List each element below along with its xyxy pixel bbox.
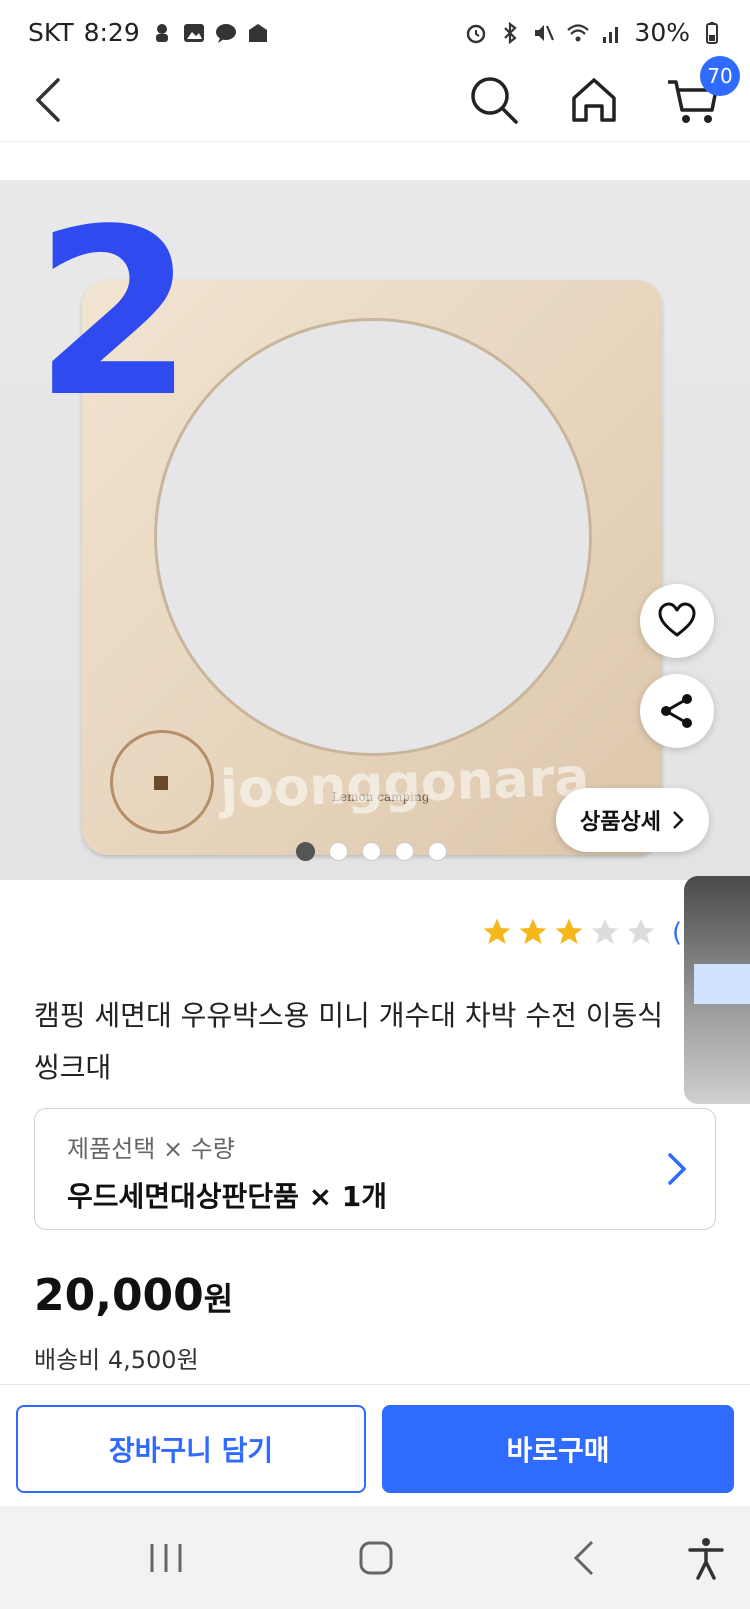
product-detail-button[interactable]: 상품상세 — [556, 788, 709, 852]
pagination-dot[interactable] — [329, 842, 348, 861]
image-number-mark: 2 — [34, 181, 195, 448]
status-left: SKT 8:29 — [28, 18, 270, 47]
board-hole — [154, 318, 592, 756]
pagination-dot[interactable] — [296, 842, 315, 861]
alarm-icon — [467, 24, 486, 43]
pagination-dot[interactable] — [395, 842, 414, 861]
option-selector[interactable]: 제품선택 × 수량 우드세면대상판단품 × 1개 — [34, 1108, 716, 1230]
carrier-label: SKT — [28, 18, 74, 47]
product-title: 캠핑 세면대 우유박스용 미니 개수대 차박 수전 이동식 씽크대 — [34, 999, 664, 1084]
home-icon — [572, 78, 616, 122]
system-home-button[interactable] — [352, 1534, 400, 1582]
bluetooth-icon — [504, 21, 518, 44]
faucet-square — [154, 776, 168, 790]
back-icon — [35, 78, 60, 122]
review-count-link[interactable]: ( — [672, 918, 682, 948]
star-empty-icon — [627, 918, 655, 944]
system-back-button[interactable] — [562, 1534, 610, 1582]
add-to-cart-button[interactable]: 장바구니 담기 — [16, 1405, 366, 1493]
wifi-icon — [567, 23, 590, 41]
star-filled-icon — [555, 918, 583, 944]
chevron-right-icon — [668, 1153, 687, 1185]
gallery-pagination — [296, 842, 447, 861]
cart-count-badge: 70 — [700, 56, 740, 96]
price-number: 20,000 — [34, 1270, 204, 1321]
system-navigation-bar — [0, 1506, 750, 1609]
purchase-action-bar: 장바구니 담기 바로구매 — [0, 1384, 750, 1506]
clock: 8:29 — [83, 18, 140, 47]
share-button[interactable] — [640, 674, 714, 748]
star-filled-icon — [519, 918, 547, 944]
heart-icon — [658, 602, 696, 637]
signal-icon — [603, 26, 619, 43]
recent-apps-icon — [150, 1544, 182, 1572]
back-chevron-icon — [573, 1540, 594, 1576]
share-icon — [661, 694, 692, 728]
app-icon — [248, 23, 267, 42]
price-unit: 원 — [203, 1280, 234, 1318]
star-filled-icon — [483, 918, 511, 944]
home-square-icon — [359, 1541, 393, 1575]
status-bar: SKT 8:29 30% — [0, 0, 750, 66]
battery-icon — [706, 21, 718, 44]
shipping-fee: 배송비 4,500원 — [34, 1346, 199, 1374]
price: 20,000원 — [34, 1270, 233, 1321]
search-button[interactable] — [466, 72, 522, 128]
accessibility-icon — [688, 1538, 724, 1580]
pagination-dot[interactable] — [362, 842, 381, 861]
star-empty-icon — [591, 918, 619, 944]
chat-icon — [215, 23, 236, 43]
pagination-dot[interactable] — [428, 842, 447, 861]
rating-stars[interactable] — [480, 916, 658, 948]
battery-percent: 30% — [634, 18, 690, 47]
back-button[interactable] — [28, 74, 72, 126]
product-image-gallery[interactable]: Lemon camping 2 joonggonara 상품상세 — [0, 180, 750, 880]
app-header — [0, 66, 750, 142]
floating-ad-thumbnail[interactable] — [684, 876, 750, 1104]
option-label: 제품선택 × 수량 — [67, 1135, 235, 1163]
product-photo: Lemon camping 2 joonggonara — [0, 180, 750, 880]
status-right: 30% — [464, 18, 724, 47]
chevron-right-icon — [673, 811, 684, 829]
mute-icon — [535, 24, 555, 41]
ad-image — [694, 964, 750, 1004]
image-icon — [183, 23, 204, 42]
accessibility-button[interactable] — [682, 1534, 730, 1582]
notification-icons — [150, 21, 270, 45]
home-button[interactable] — [566, 72, 622, 128]
option-value: 우드세면대상판단품 × 1개 — [67, 1180, 388, 1213]
like-button[interactable] — [640, 584, 714, 658]
recent-apps-button[interactable] — [142, 1534, 190, 1582]
product-detail-label: 상품상세 — [580, 810, 661, 835]
search-icon — [471, 77, 518, 124]
buy-now-button[interactable]: 바로구매 — [382, 1405, 734, 1493]
notification-icon — [155, 23, 168, 42]
